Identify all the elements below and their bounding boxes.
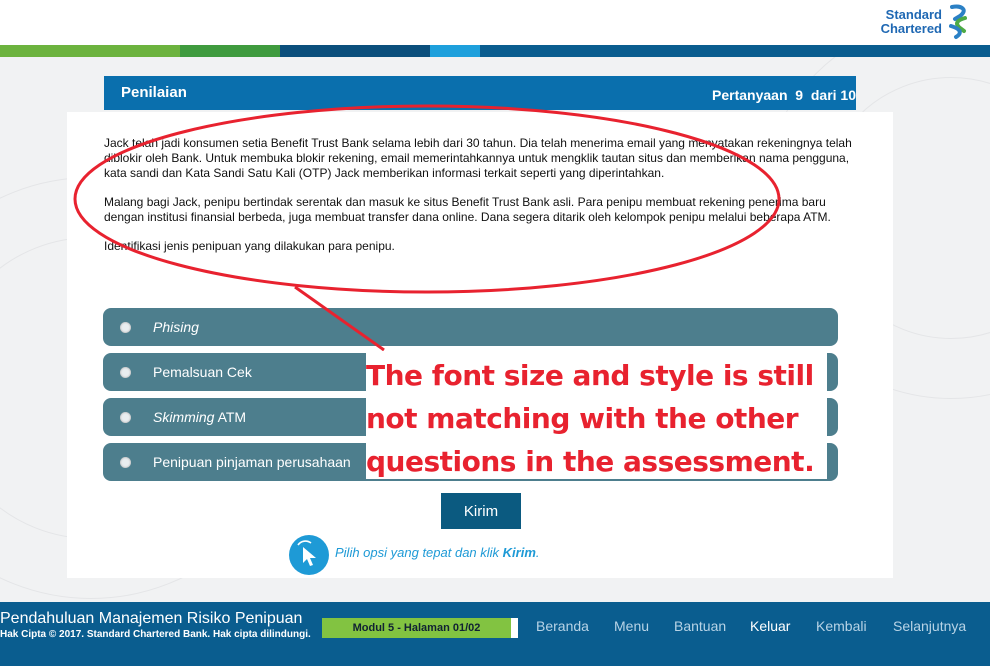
color-stripe-darkgreen — [180, 45, 280, 57]
option-label: Penipuan pinjaman perusahaan — [153, 454, 351, 470]
question-text: Jack telah jadi konsumen setia Benefit T… — [104, 136, 864, 268]
page-title: Penilaian — [121, 84, 187, 101]
option-phising[interactable]: Phising — [103, 308, 838, 346]
nav-exit[interactable]: Keluar — [750, 618, 790, 634]
radio-icon[interactable] — [120, 456, 131, 468]
option-label: Skimming ATM — [153, 409, 247, 425]
radio-icon[interactable] — [120, 321, 131, 333]
radio-icon[interactable] — [120, 366, 131, 378]
nav-menu[interactable]: Menu — [614, 618, 649, 634]
nav-home[interactable]: Beranda — [536, 618, 589, 634]
top-bar: Standard Chartered — [0, 0, 990, 45]
pointer-click-icon — [289, 535, 329, 575]
submit-button[interactable]: Kirim — [441, 493, 521, 529]
question-counter: Pertanyaan 9 dari 10 — [712, 87, 856, 103]
option-label: Phising — [153, 319, 199, 335]
question-paragraph-1: Jack telah jadi konsumen setia Benefit T… — [104, 136, 852, 180]
annotation-note: The font size and style is still not mat… — [366, 359, 815, 478]
module-indicator-tail — [511, 618, 518, 638]
nav-back[interactable]: Kembali — [816, 618, 867, 634]
option-label: Pemalsuan Cek — [153, 364, 252, 380]
radio-icon[interactable] — [120, 411, 131, 423]
assessment-header: Penilaian Pertanyaan 9 dari 10 — [104, 76, 856, 110]
color-stripe-lightblue — [430, 45, 480, 57]
footer-bar: Pendahuluan Manajemen Risiko Penipuan Ha… — [0, 602, 990, 666]
module-page-indicator: Modul 5 - Halaman 01/02 — [322, 618, 511, 638]
color-stripe-blue — [480, 45, 990, 57]
question-paragraph-2: Malang bagi Jack, penipu bertindak seren… — [104, 195, 831, 224]
brand-name: Standard Chartered — [880, 7, 942, 36]
course-title: Pendahuluan Manajemen Risiko Penipuan — [0, 610, 303, 627]
color-stripe-green — [0, 45, 180, 57]
brand-logo: Standard Chartered — [881, 3, 972, 41]
standard-chartered-logo-icon — [949, 4, 967, 39]
copyright: Hak Cipta © 2017. Standard Chartered Ban… — [0, 629, 311, 640]
question-prompt: Identifikasi jenis penipuan yang dilakuk… — [104, 239, 395, 253]
nav-help[interactable]: Bantuan — [674, 618, 726, 634]
color-stripe-navy — [280, 45, 430, 57]
nav-next[interactable]: Selanjutnya — [893, 618, 966, 634]
instruction-hint: Pilih opsi yang tepat dan klik Kirim. — [335, 545, 540, 560]
